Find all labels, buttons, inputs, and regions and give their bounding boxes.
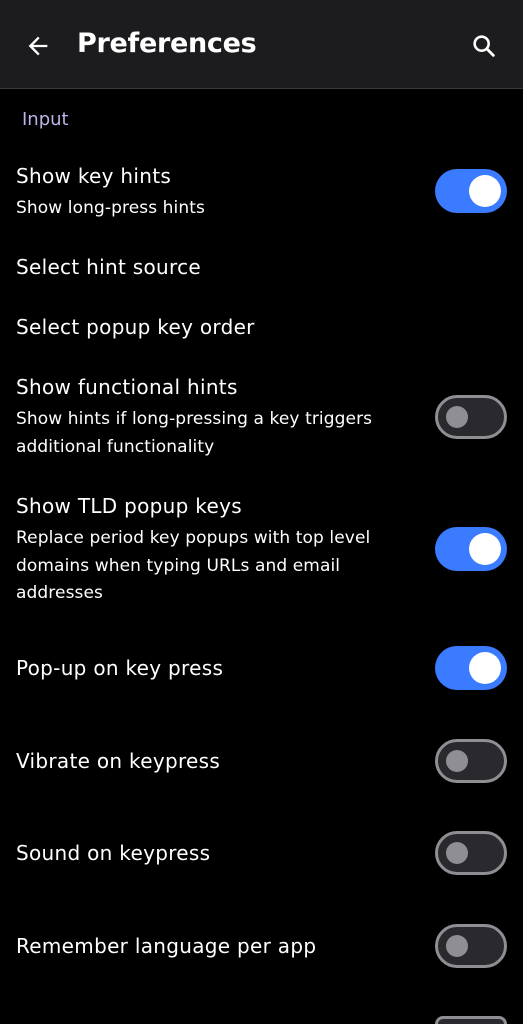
setting-summary-line: Show hints if long-pressing a key trigge… — [16, 409, 373, 429]
setting-title: Vibrate on keypress — [16, 749, 221, 773]
switch-thumb — [446, 842, 468, 864]
setting-summary: Show long-press hints — [16, 198, 205, 218]
switch-thumb — [469, 175, 501, 207]
setting-title: Sound on keypress — [16, 841, 211, 865]
switch-thumb — [446, 935, 468, 957]
switch-thumb — [446, 750, 468, 772]
popup-on-key-press-switch[interactable] — [435, 646, 507, 690]
show-tld-popup-keys-switch[interactable] — [435, 527, 507, 571]
back-button[interactable] — [16, 24, 60, 68]
setting-title: Select popup key order — [16, 315, 255, 339]
setting-summary-line: Replace period key popups with top level — [16, 528, 371, 548]
setting-title: Show functional hints — [16, 375, 238, 399]
setting-select-popup-key-order[interactable]: Select popup key order — [0, 304, 523, 352]
next-setting-switch-partial[interactable] — [435, 1016, 507, 1024]
switch-thumb — [469, 533, 501, 565]
show-key-hints-switch[interactable] — [435, 169, 507, 213]
setting-show-functional-hints[interactable]: Show functional hints Show hints if long… — [0, 372, 523, 466]
setting-title: Remember language per app — [16, 934, 317, 958]
arrow-back-icon — [28, 36, 48, 56]
switch-thumb — [446, 406, 468, 428]
page-title: Preferences — [77, 28, 257, 59]
vibrate-on-keypress-switch[interactable] — [435, 739, 507, 783]
setting-summary-line: addresses — [16, 583, 104, 603]
setting-popup-on-key-press[interactable]: Pop-up on key press — [0, 640, 523, 696]
setting-summary-line: domains when typing URLs and email — [16, 556, 341, 576]
setting-title: Pop-up on key press — [16, 656, 224, 680]
app-bar: Preferences — [0, 0, 523, 89]
setting-select-hint-source[interactable]: Select hint source — [0, 244, 523, 292]
sound-on-keypress-switch[interactable] — [435, 831, 507, 875]
setting-title: Show TLD popup keys — [16, 494, 242, 518]
setting-title: Select hint source — [16, 255, 201, 279]
setting-summary-line: additional functionality — [16, 437, 215, 457]
setting-show-tld-popup-keys[interactable]: Show TLD popup keys Replace period key p… — [0, 491, 523, 611]
setting-sound-on-keypress[interactable]: Sound on keypress — [0, 825, 523, 881]
remember-language-per-app-switch[interactable] — [435, 924, 507, 968]
setting-title: Show key hints — [16, 164, 172, 188]
section-header-input: Input — [22, 109, 69, 130]
setting-remember-language-per-app[interactable]: Remember language per app — [0, 918, 523, 974]
show-functional-hints-switch[interactable] — [435, 395, 507, 439]
search-button[interactable] — [462, 24, 506, 68]
search-icon — [473, 35, 495, 57]
setting-vibrate-on-keypress[interactable]: Vibrate on keypress — [0, 733, 523, 789]
setting-show-key-hints[interactable]: Show key hints Show long-press hints — [0, 160, 523, 232]
switch-thumb — [469, 652, 501, 684]
